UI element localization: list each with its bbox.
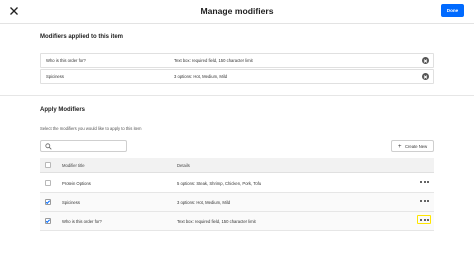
create-new-label: Create New (405, 144, 428, 149)
applied-modifier-row: Who is this order for? Text box: require… (40, 53, 434, 68)
search-field[interactable] (40, 140, 127, 152)
top-bar: Manage modifiers Done (0, 0, 474, 24)
modifier-details: 3 options: Hot, Medium, Mild (177, 200, 231, 205)
modifier-title: Protein Options (62, 181, 91, 186)
column-header-details: Details (177, 163, 190, 168)
apply-helper-text: Select the modifiers you would like to a… (40, 126, 142, 131)
table-row[interactable]: Who is this order for? Text box: require… (40, 212, 434, 231)
select-all-checkbox[interactable] (45, 162, 51, 168)
create-new-button[interactable]: + Create New (391, 140, 434, 152)
row-checkbox[interactable] (45, 218, 51, 224)
done-button[interactable]: Done (441, 4, 464, 17)
modifier-details: Text box: required field, 150 character … (177, 219, 256, 224)
table-row[interactable]: Protein Options 5 options: Steak, Shrimp… (40, 174, 434, 193)
more-options-icon[interactable] (420, 200, 429, 203)
applied-modifier-name: Who is this order for? (46, 58, 86, 63)
apply-section-title: Apply Modifiers (40, 107, 86, 113)
applied-modifier-detail: 3 options: Hot, Medium, Mild (174, 74, 228, 79)
row-checkbox[interactable] (45, 180, 51, 186)
applied-section-title: Modifiers applied to this item (40, 34, 124, 40)
row-checkbox[interactable] (45, 199, 51, 205)
remove-icon[interactable] (422, 57, 429, 64)
page-title: Manage modifiers (200, 6, 274, 16)
table-row[interactable]: Spiciness 3 options: Hot, Medium, Mild (40, 193, 434, 212)
more-options-icon[interactable] (420, 219, 429, 222)
column-header-title: Modifier title (62, 163, 85, 168)
more-options-icon[interactable] (420, 181, 429, 184)
applied-modifier-row: Spiciness 3 options: Hot, Medium, Mild (40, 69, 434, 84)
remove-icon[interactable] (422, 73, 429, 80)
table-header: Modifier title Details (40, 158, 434, 173)
applied-modifier-detail: Text box: required field, 150 character … (174, 58, 253, 63)
section-divider (0, 95, 474, 96)
modifier-title: Who is this order for? (62, 219, 102, 224)
applied-modifier-name: Spiciness (46, 74, 64, 79)
search-input[interactable] (53, 142, 123, 150)
modifier-title: Spiciness (62, 200, 80, 205)
search-icon (45, 143, 52, 150)
modifier-details: 5 options: Steak, Shrimp, Chicken, Pork,… (177, 181, 262, 186)
plus-icon: + (398, 143, 402, 150)
